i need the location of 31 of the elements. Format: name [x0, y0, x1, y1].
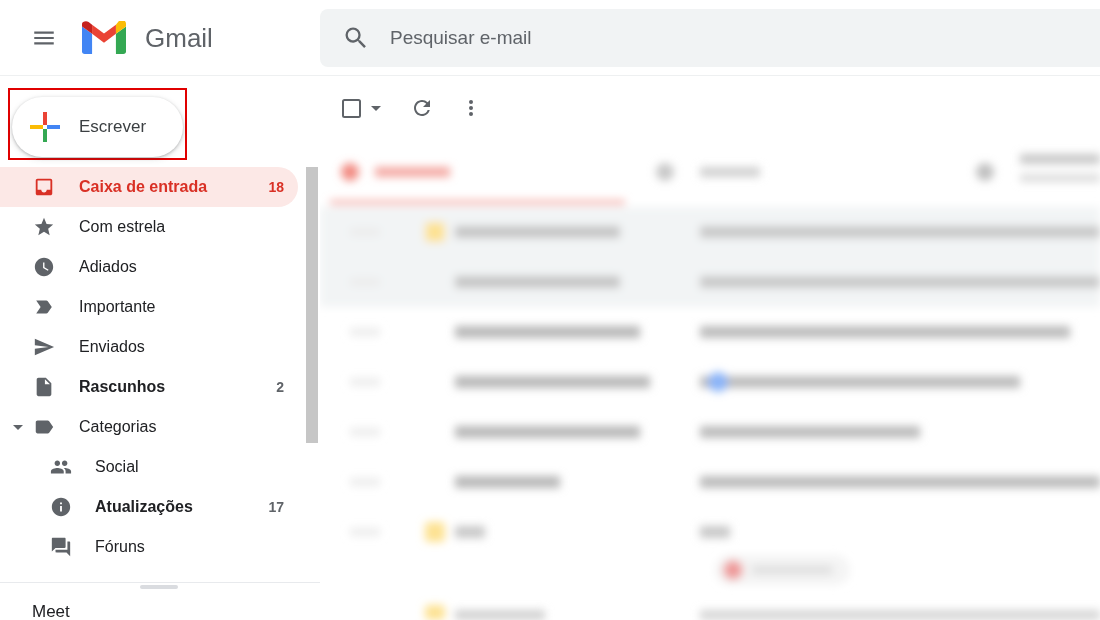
- nav-item[interactable]: Caixa de entrada 18: [0, 167, 298, 207]
- send-icon: [33, 336, 55, 358]
- info-icon: [50, 496, 72, 518]
- nav-item[interactable]: Atualizações 17: [0, 487, 298, 527]
- drag-handle[interactable]: [140, 585, 178, 589]
- chat-bubbles-icon: [50, 536, 72, 558]
- nav-item[interactable]: Adiados: [0, 247, 298, 287]
- nav-item[interactable]: Enviados: [0, 327, 298, 367]
- star-icon: [33, 216, 55, 238]
- scrollbar[interactable]: [306, 167, 318, 443]
- app-name: Gmail: [145, 24, 213, 51]
- caret-icon[interactable]: [13, 424, 23, 430]
- inbox-icon: [33, 176, 55, 198]
- select-all-checkbox[interactable]: [342, 98, 361, 118]
- clock-icon: [33, 256, 55, 278]
- plus-icon: [30, 112, 60, 142]
- search-field[interactable]: Pesquisar e-mail: [320, 8, 1100, 67]
- message-count: 18: [268, 177, 284, 197]
- envelope-logo-icon: [82, 21, 126, 54]
- more-icon: [469, 100, 473, 116]
- nav-item[interactable]: Rascunhos 2: [0, 367, 298, 407]
- message-count: 2: [276, 377, 284, 397]
- nav-item[interactable]: Categorias: [0, 407, 298, 447]
- compose-button[interactable]: Escrever: [12, 97, 183, 157]
- caret-icon: [371, 105, 381, 111]
- nav-item[interactable]: Importante: [0, 287, 298, 327]
- message-count: 17: [268, 497, 284, 517]
- nav-item[interactable]: Social: [0, 447, 298, 487]
- nav-item[interactable]: Fóruns: [0, 527, 298, 567]
- nav-item[interactable]: Com estrela: [0, 207, 298, 247]
- section-title: Meet: [32, 603, 70, 620]
